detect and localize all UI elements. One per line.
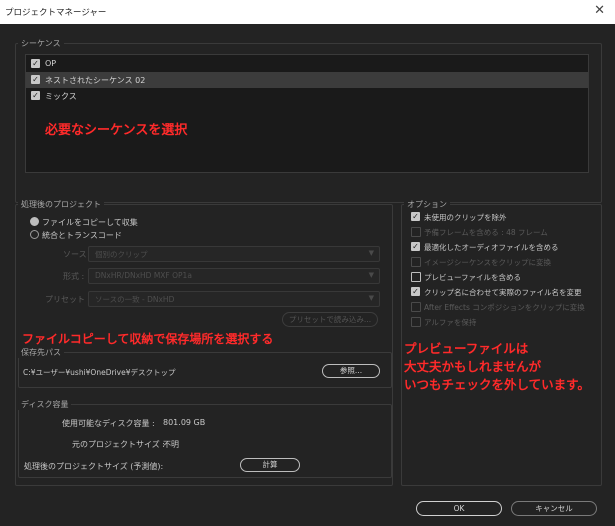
option-label: クリップ名に合わせて実際のファイル名を変更 [424, 288, 582, 297]
original-size-value: 不明 [163, 440, 179, 449]
format-label: 形式 : [63, 272, 85, 281]
radio-consolidate-label: 統合とトランスコード [42, 231, 122, 240]
sequence-list: ✓ OP ✓ ネストされたシーケンス 02 ✓ ミックス [25, 54, 589, 173]
option-label: 未使用のクリップを除外 [424, 213, 507, 222]
radio-consolidate[interactable] [30, 230, 39, 239]
option-checkbox[interactable] [411, 272, 421, 282]
radio-copy-files[interactable] [30, 217, 39, 226]
chevron-down-icon: ▼ [368, 249, 374, 257]
option-checkbox[interactable]: ✓ [411, 242, 420, 251]
sequence-label: ミックス [45, 92, 77, 101]
source-select[interactable]: 個別のクリップ ▼ [88, 246, 380, 262]
radio-copy-files-label: ファイルをコピーして収集 [42, 218, 138, 227]
annotation-copy-note: ファイルコピーして収納で保存場所を選択する [22, 332, 274, 346]
chevron-down-icon: ▼ [368, 271, 374, 279]
option-checkbox[interactable]: ✓ [411, 212, 420, 221]
sequence-label: OP [45, 59, 57, 68]
sequence-checkbox[interactable]: ✓ [31, 59, 40, 68]
sequence-item[interactable]: ✓ ミックス [26, 88, 588, 104]
sequence-label: ネストされたシーケンス 02 [45, 76, 146, 85]
annotation-select-sequence: 必要なシーケンスを選択 [45, 123, 188, 138]
processing-legend: 処理後のプロジェクト [18, 199, 104, 210]
option-label: After Effects コンポジションをクリップに変換 [424, 303, 585, 312]
close-icon[interactable]: ✕ [594, 3, 605, 18]
sequence-checkbox[interactable]: ✓ [31, 75, 40, 84]
options-legend: オプション [404, 199, 450, 210]
format-select[interactable]: DNxHR/DNxHD MXF OP1a ▼ [88, 268, 380, 284]
destination-legend: 保存先パス [18, 347, 64, 358]
disk-legend: ディスク容量 [18, 399, 72, 410]
annotation-preview-line1: プレビューファイルは [404, 341, 529, 356]
option-checkbox[interactable] [411, 227, 421, 237]
destination-path: C:¥ユーザー¥ushi¥OneDrive¥デスクトップ [23, 368, 176, 377]
import-preset-button[interactable]: プリセットで読み込み... [282, 312, 378, 327]
option-label: 予備フレームを含める : 48 フレーム [424, 228, 548, 237]
option-label: 最適化したオーディオファイルを含める [424, 243, 559, 252]
ok-button[interactable]: OK [416, 501, 502, 516]
calculate-button[interactable]: 計算 [240, 458, 300, 472]
result-size-label: 処理後のプロジェクトサイズ (予測値): [24, 462, 164, 471]
source-select-value: 個別のクリップ [95, 250, 148, 259]
cancel-button[interactable]: キャンセル [511, 501, 597, 516]
window-title: プロジェクトマネージャー [5, 8, 107, 18]
sequence-checkbox[interactable]: ✓ [31, 91, 40, 100]
available-label: 使用可能なディスク容量 : [62, 419, 155, 428]
annotation-preview-line3: いつもチェックを外しています。 [404, 377, 590, 392]
preset-label: プリセット : [45, 295, 91, 304]
option-label: プレビューファイルを含める [424, 273, 522, 282]
format-select-value: DNxHR/DNxHD MXF OP1a [95, 271, 192, 280]
option-checkbox[interactable] [411, 317, 421, 327]
original-size-label: 元のプロジェクトサイズ : [72, 440, 165, 449]
option-checkbox[interactable] [411, 302, 421, 312]
sequence-item[interactable]: ✓ ネストされたシーケンス 02 [26, 72, 588, 88]
sequence-legend: シーケンス [18, 38, 64, 49]
browse-button[interactable]: 参照... [322, 364, 380, 378]
project-manager-dialog: シーケンス ✓ OP ✓ ネストされたシーケンス 02 ✓ ミックス 必要なシー… [0, 24, 615, 526]
option-label: イメージシーケンスをクリップに変換 [424, 258, 551, 267]
option-checkbox[interactable] [411, 257, 421, 267]
preset-select[interactable]: ソースの一致 - DNxHD ▼ [88, 291, 380, 307]
option-checkbox[interactable]: ✓ [411, 287, 420, 296]
option-label: アルファを保持 [424, 318, 477, 327]
annotation-preview-line2: 大丈夫かもしれませんが [404, 359, 542, 374]
available-value: 801.09 GB [163, 418, 206, 427]
preset-select-value: ソースの一致 - DNxHD [95, 295, 175, 304]
sequence-item[interactable]: ✓ OP [26, 56, 588, 72]
title-bar: プロジェクトマネージャー ✕ [0, 0, 615, 24]
chevron-down-icon: ▼ [368, 294, 374, 302]
